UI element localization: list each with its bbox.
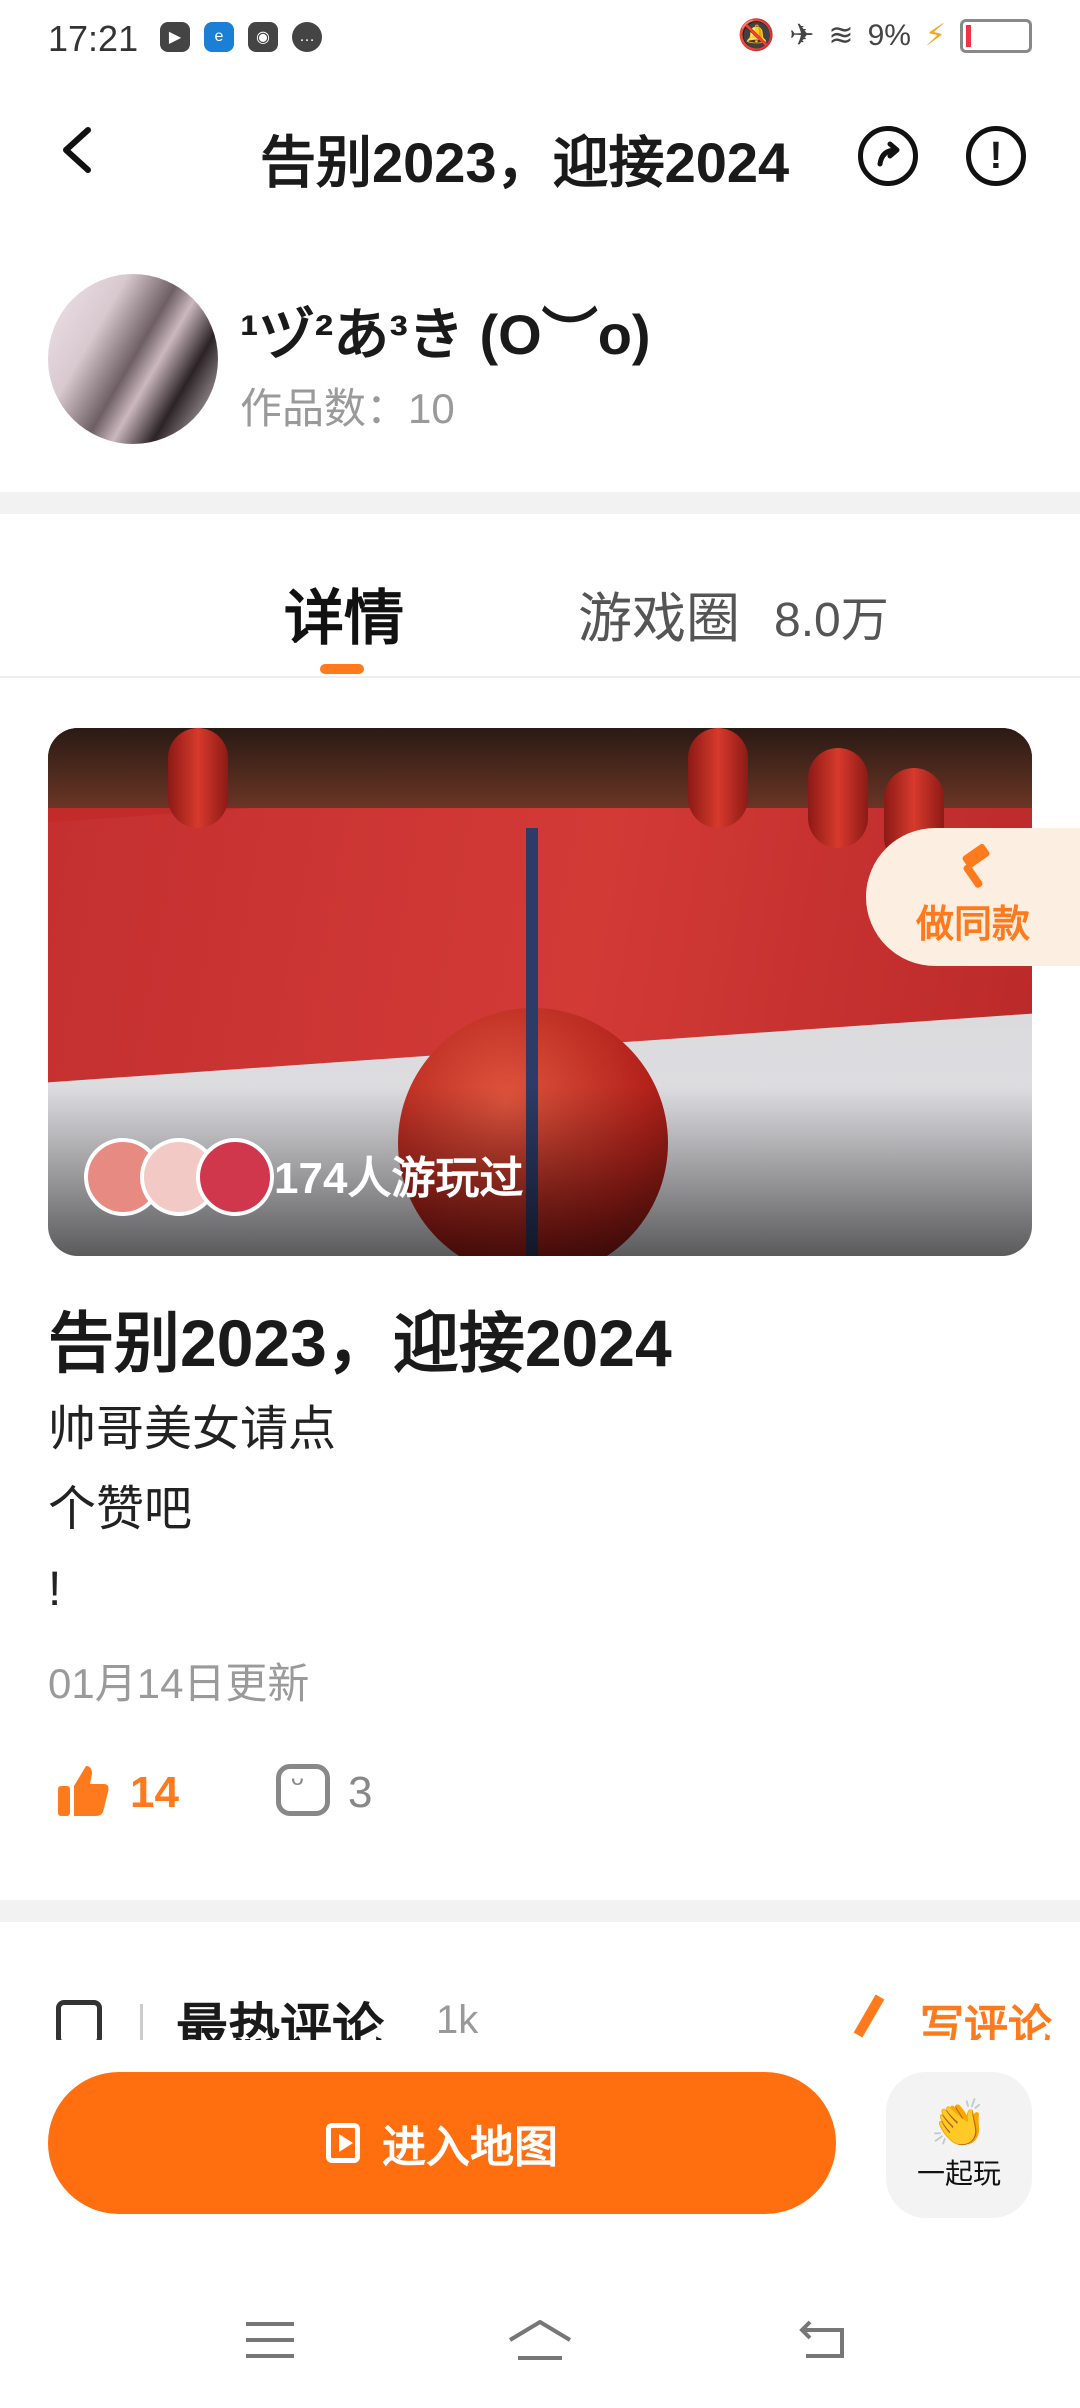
nav-back-icon[interactable] [798, 2318, 846, 2360]
clap-hands-icon: 👏 [930, 2097, 988, 2149]
map-cover-image[interactable]: 174人游玩过 [48, 728, 1032, 1256]
hammer-icon [953, 847, 993, 887]
lantern-small [808, 748, 868, 848]
back-button[interactable] [50, 120, 110, 180]
player-avatar [196, 1138, 274, 1216]
player-avatars [84, 1138, 274, 1216]
players-count: 174人游玩过 [274, 1154, 524, 1203]
tab-game-circle-count: 8.0万 [774, 594, 889, 647]
play-icon [326, 2123, 360, 2163]
message-icon: … [292, 22, 322, 52]
nav-recent-apps-icon[interactable] [246, 2322, 294, 2358]
share-icon [877, 141, 900, 167]
author-avatar[interactable] [48, 274, 218, 444]
report-button[interactable]: ! [966, 126, 1026, 186]
notification-icons: ▶ e ◉ … [160, 22, 322, 52]
nav-home-icon[interactable] [506, 2318, 574, 2362]
write-comment-button[interactable]: 写评论 [920, 1990, 1052, 2040]
comments-header: 最热评论 1k 写评论 [0, 1960, 1080, 2040]
comment-count: 3 [348, 1768, 373, 1817]
game-app-icon: ◉ [248, 22, 278, 52]
map-title: 告别2023，迎接2024 [48, 1306, 672, 1380]
charging-icon: ⚡ [924, 19, 946, 52]
like-count: 14 [130, 1768, 179, 1817]
battery-icon [960, 18, 1032, 53]
make-same-button[interactable]: 做同款 [866, 828, 1080, 966]
map-updated-date: 01月14日更新 [48, 1660, 310, 1707]
lantern-small [168, 728, 228, 828]
tab-game-circle[interactable]: 游戏圈 [578, 574, 740, 653]
tab-divider [0, 676, 1080, 678]
active-tab-indicator [320, 664, 364, 674]
share-button[interactable] [858, 126, 918, 186]
lantern-small [688, 728, 748, 828]
header-divider [140, 2004, 143, 2040]
comments-icon [56, 2000, 102, 2040]
section-divider [0, 1900, 1080, 1922]
map-description: 帅哥美女请点 个赞吧 ! [48, 1403, 337, 1616]
browser-app-icon: e [204, 22, 234, 52]
battery-percent: 9% [867, 18, 911, 52]
thumbs-up-icon [58, 1766, 109, 1816]
comments-title: 最热评论 [176, 2000, 385, 2040]
pen-icon [853, 1994, 885, 2038]
video-app-icon: ▶ [160, 22, 190, 52]
play-together-label: 一起玩 [916, 2158, 1001, 2189]
back-icon [63, 127, 91, 173]
author-name[interactable]: ¹ヅ²あ³き (O︶o) [240, 290, 651, 371]
airplane-icon: ✈ [789, 19, 815, 52]
section-divider [0, 492, 1080, 514]
wifi-icon: ≋ [828, 19, 854, 52]
mute-icon: 🔕 [737, 19, 776, 52]
status-indicators: 🔕 ✈ ≋ 9% ⚡ [738, 18, 1032, 53]
comments-total: 1k [436, 1998, 479, 2040]
make-same-label: 做同款 [915, 903, 1030, 946]
status-time: 17:21 [48, 18, 139, 59]
report-icon: ! [989, 134, 1003, 177]
like-button[interactable] [54, 1762, 112, 1820]
comment-button[interactable] [276, 1763, 330, 1816]
enter-map-label: 进入地图 [382, 2123, 558, 2172]
page-title: 告别2023，迎接2024 [260, 131, 790, 194]
tab-detail[interactable]: 详情 [284, 570, 404, 657]
author-works-count: 作品数：10 [240, 385, 455, 432]
play-together-button[interactable]: 👏 一起玩 [886, 2072, 1032, 2218]
enter-map-button[interactable]: 进入地图 [48, 2072, 836, 2214]
